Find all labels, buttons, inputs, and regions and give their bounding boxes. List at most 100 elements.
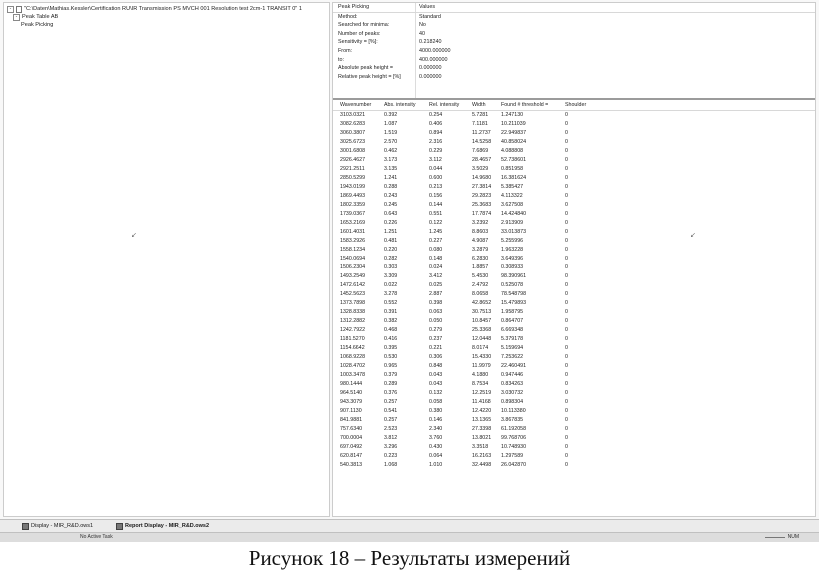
table-row[interactable]: 1242.7922 0.468 0.279 25.3368 6.669348 0 bbox=[333, 326, 815, 335]
table-row[interactable]: 1003.3478 0.379 0.043 4.1880 0.947446 0 bbox=[333, 371, 815, 380]
browser-pane: - "C:\Daten\Mathias.Kessler\Certificatio… bbox=[3, 2, 330, 517]
col-threshold[interactable]: Found # threshold = bbox=[501, 100, 548, 110]
rel-intensity-cell: 0.122 bbox=[429, 219, 443, 226]
table-row[interactable]: 3082.6283 1.087 0.406 7.1181 10.211039 0 bbox=[333, 120, 815, 129]
table-row[interactable]: 3001.6808 0.462 0.229 7.6869 4.088808 0 bbox=[333, 147, 815, 156]
tree-item-peak-table[interactable]: - Peak Table AB bbox=[7, 13, 326, 21]
wavenumber-cell: 1558.1234 bbox=[340, 246, 366, 253]
col-width[interactable]: Width bbox=[472, 100, 486, 110]
report-window-icon bbox=[116, 523, 123, 530]
shoulder-cell: 0 bbox=[565, 129, 568, 136]
table-row[interactable]: 1068.9228 0.530 0.306 15.4330 7.253622 0 bbox=[333, 353, 815, 362]
shoulder-cell: 0 bbox=[565, 354, 568, 361]
table-row[interactable]: 1583.2926 0.481 0.227 4.9087 5.255996 0 bbox=[333, 237, 815, 246]
abs-intensity-cell: 1.251 bbox=[384, 228, 398, 235]
threshold-cell: 0.898304 bbox=[501, 399, 524, 405]
table-row[interactable]: 1943.0199 0.288 0.213 27.3814 5.385427 0 bbox=[333, 183, 815, 192]
threshold-cell: 0.834263 bbox=[501, 381, 524, 388]
col-rel-intensity[interactable]: Rel. intensity bbox=[429, 100, 459, 110]
app-window: - "C:\Daten\Mathias.Kessler\Certificatio… bbox=[0, 0, 819, 542]
threshold-cell: 0.947446 bbox=[501, 372, 524, 379]
table-row[interactable]: 700.0004 3.812 3.760 13.8021 99.768706 0 bbox=[333, 434, 815, 443]
abs-intensity-cell: 0.220 bbox=[384, 246, 398, 253]
table-row[interactable]: 3103.0321 0.392 0.254 5.7281 1.247130 0 bbox=[333, 111, 815, 120]
table-row[interactable]: 1154.6642 0.395 0.221 8.0174 5.159694 0 bbox=[333, 344, 815, 353]
document-tabs: Display - MIR_R&D.ows1 Report Display - … bbox=[0, 519, 819, 532]
threshold-cell: 4.088808 bbox=[501, 147, 524, 154]
rel-intensity-cell: 0.848 bbox=[429, 363, 443, 370]
abs-intensity-cell: 0.257 bbox=[384, 399, 398, 405]
threshold-cell: 10.211039 bbox=[501, 120, 526, 127]
shoulder-cell: 0 bbox=[565, 246, 568, 253]
table-row[interactable]: 1452.5623 3.278 2.887 8.0658 78.548798 0 bbox=[333, 290, 815, 299]
abs-intensity-cell: 0.392 bbox=[384, 112, 398, 118]
table-row[interactable]: 1028.4702 0.965 0.848 11.9979 22.460491 0 bbox=[333, 362, 815, 371]
tree-item-file[interactable]: - "C:\Daten\Mathias.Kessler\Certificatio… bbox=[7, 5, 326, 13]
col-wavenumber[interactable]: Wavenumber bbox=[340, 100, 371, 110]
abs-intensity-cell: 0.022 bbox=[384, 282, 398, 289]
tab-report-display[interactable]: Report Display - MIR_R&D.ows2 bbox=[116, 522, 209, 531]
table-row[interactable]: 1802.3359 0.245 0.144 25.3683 3.627508 0 bbox=[333, 201, 815, 210]
width-cell: 11.4168 bbox=[472, 399, 491, 405]
shoulder-cell: 0 bbox=[565, 381, 568, 388]
table-row[interactable]: 964.5140 0.376 0.132 12.2519 3.030732 0 bbox=[333, 389, 815, 398]
width-cell: 4.1880 bbox=[472, 372, 489, 379]
threshold-cell: 33.013873 bbox=[501, 228, 527, 235]
parameter-name: Sensitivity = [%]: bbox=[338, 39, 378, 46]
table-row[interactable]: 3060.3807 1.519 0.894 11.2737 22.949837 0 bbox=[333, 129, 815, 138]
data-tree: - "C:\Daten\Mathias.Kessler\Certificatio… bbox=[4, 3, 329, 31]
table-row[interactable]: 1506.2304 0.303 0.024 1.8857 0.308933 0 bbox=[333, 263, 815, 272]
table-row[interactable]: 1540.0694 0.282 0.148 6.2830 3.649396 0 bbox=[333, 255, 815, 264]
wavenumber-cell: 907.1130 bbox=[340, 407, 362, 414]
table-row[interactable]: 1601.4031 1.251 1.245 8.8603 33.013873 0 bbox=[333, 228, 815, 237]
rel-intensity-cell: 0.380 bbox=[429, 407, 443, 414]
table-row[interactable]: 1328.8338 0.391 0.063 30.7513 1.958795 0 bbox=[333, 308, 815, 317]
tab-display[interactable]: Display - MIR_R&D.ows1 bbox=[22, 522, 93, 531]
table-row[interactable]: 3025.6723 2.570 2.316 14.5258 40.858024 0 bbox=[333, 138, 815, 147]
parameters-header: Peak Picking Values bbox=[333, 3, 815, 13]
col-abs-intensity[interactable]: Abs. intensity bbox=[384, 100, 416, 110]
collapse-icon[interactable]: - bbox=[13, 13, 20, 21]
table-row[interactable]: 697.0492 3.296 0.430 3.3518 10.748930 0 bbox=[333, 443, 815, 452]
figure-caption: Рисунок 18 – Результаты измерений bbox=[248, 546, 571, 570]
table-row[interactable]: 620.8147 0.223 0.064 16.2163 1.297589 0 bbox=[333, 452, 815, 461]
table-row[interactable]: 1493.2549 3.309 3.412 5.4530 98.390961 0 bbox=[333, 272, 815, 281]
table-row[interactable]: 841.9881 0.257 0.146 13.1365 3.867835 0 bbox=[333, 416, 815, 425]
rel-intensity-cell: 0.063 bbox=[429, 309, 443, 316]
width-cell: 42.8652 bbox=[472, 300, 492, 307]
rel-intensity-cell: 0.306 bbox=[429, 354, 443, 361]
table-row[interactable]: 757.6340 2.523 2.340 27.3398 61.192058 0 bbox=[333, 425, 815, 434]
table-row[interactable]: 2921.2511 3.135 0.044 3.5029 0.851958 0 bbox=[333, 165, 815, 174]
threshold-cell: 99.768706 bbox=[501, 434, 527, 441]
collapse-icon[interactable]: - bbox=[7, 5, 14, 13]
table-row[interactable]: 980.1444 0.289 0.043 8.7534 0.834263 0 bbox=[333, 380, 815, 389]
rel-intensity-cell: 3.112 bbox=[429, 156, 442, 163]
table-row[interactable]: 540.3813 1.068 1.010 32.4498 26.042870 0 bbox=[333, 461, 815, 470]
shoulder-cell: 0 bbox=[565, 282, 568, 289]
threshold-cell: 2.913909 bbox=[501, 219, 524, 226]
shoulder-cell: 0 bbox=[565, 416, 568, 423]
rel-intensity-cell: 3.412 bbox=[429, 273, 443, 280]
zoom-slider[interactable] bbox=[765, 537, 785, 538]
width-cell: 16.2163 bbox=[472, 452, 492, 459]
width-cell: 10.8457 bbox=[472, 318, 492, 325]
tree-item-peak-picking[interactable]: Peak Picking bbox=[7, 21, 326, 29]
table-row[interactable]: 2850.5299 1.241 0.600 14.9680 16.381624 0 bbox=[333, 174, 815, 183]
table-row[interactable]: 1373.7898 0.552 0.398 42.8652 15.479893 0 bbox=[333, 299, 815, 308]
table-row[interactable]: 1558.1234 0.220 0.080 3.2879 1.963228 0 bbox=[333, 246, 815, 255]
table-row[interactable]: 1472.6142 0.022 0.025 2.4792 0.525078 0 bbox=[333, 281, 815, 290]
shoulder-cell: 0 bbox=[565, 452, 568, 459]
table-row[interactable]: 943.3079 0.257 0.058 11.4168 0.898304 0 bbox=[333, 398, 815, 407]
table-row[interactable]: 1869.4493 0.243 0.156 29.2823 4.113322 0 bbox=[333, 192, 815, 201]
parameters-header-name: Peak Picking bbox=[338, 4, 370, 10]
col-shoulder[interactable]: Shoulder bbox=[565, 100, 586, 110]
table-row[interactable]: 1181.5270 0.416 0.237 12.0448 5.379178 0 bbox=[333, 335, 815, 344]
table-row[interactable]: 1312.2882 0.382 0.050 10.8457 0.864707 0 bbox=[333, 317, 815, 326]
abs-intensity-cell: 0.226 bbox=[384, 219, 398, 226]
table-row[interactable]: 907.1130 0.541 0.380 12.4220 10.113380 0 bbox=[333, 407, 815, 416]
table-row[interactable]: 1739.0367 0.643 0.551 17.7874 14.424840 0 bbox=[333, 210, 815, 219]
table-row[interactable]: 1653.2169 0.226 0.122 3.2392 2.913909 0 bbox=[333, 219, 815, 228]
table-row[interactable]: 2926.4627 3.173 3.112 28.4657 52.738601 0 bbox=[333, 156, 815, 165]
threshold-cell: 40.858024 bbox=[501, 138, 527, 145]
rel-intensity-cell: 2.340 bbox=[429, 425, 443, 432]
